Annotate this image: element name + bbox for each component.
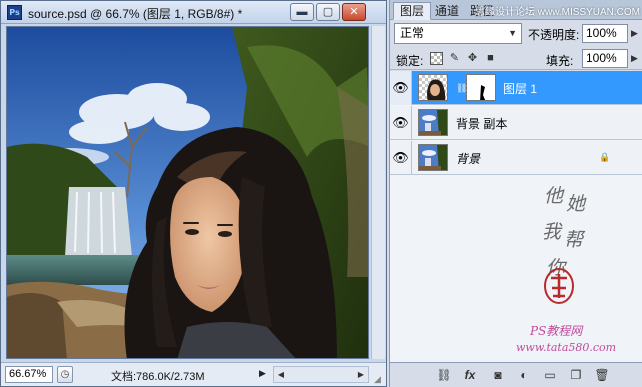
visibility-eye-icon[interactable]: 👁 [390, 141, 412, 175]
minimize-icon: ▬ [296, 6, 308, 18]
lock-position-icon[interactable]: ✥ [466, 52, 479, 65]
lock-all-icon[interactable]: ■ [484, 52, 497, 65]
document-titlebar[interactable]: Ps source.psd @ 66.7% (图层 1, RGB/8#) * ▬… [1, 1, 386, 24]
layer-mask-thumbnail[interactable] [466, 74, 496, 101]
layer-name: 图层 1 [503, 82, 538, 96]
forum-watermark: 思缘设计论坛 www.MISSYUAN.COM [474, 7, 640, 18]
tutorial-site-watermark: PS教程网 [530, 324, 583, 338]
blend-opacity-row: 正常 ▼ 不透明度: 100% ▶ [390, 22, 642, 46]
scroll-left-icon[interactable]: ◀ [274, 367, 288, 382]
opacity-slider-arrow-icon[interactable]: ▶ [631, 28, 638, 39]
blend-mode-select[interactable]: 正常 ▼ [394, 23, 522, 44]
composite-photo [7, 27, 368, 358]
opacity-field[interactable]: 100% [582, 24, 628, 43]
layers-list: 👁 ⛓ 图层 1 👁 背景 副本 👁 背景 🔒 他 她 我 帮 你 [390, 71, 642, 362]
calligraphy-char: 帮 [564, 229, 584, 251]
lock-transparent-pixels-icon[interactable] [430, 52, 443, 65]
status-info-icon[interactable]: ◷ [57, 366, 73, 383]
photoshop-logo-icon: Ps [7, 5, 22, 20]
document-size-info: 文档:786.0K/2.73M [111, 371, 205, 383]
calligraphy-char: 他 [544, 185, 564, 207]
zoom-level-field[interactable]: 66.67% [5, 366, 53, 383]
tab-layers[interactable]: 图层 [393, 2, 432, 20]
minimize-button[interactable]: ▬ [290, 3, 314, 21]
close-button[interactable]: ✕ [342, 3, 366, 21]
document-title: source.psd @ 66.7% (图层 1, RGB/8#) * [28, 7, 243, 21]
trash-icon[interactable]: 🗑 [594, 367, 610, 383]
layer-name: 背景 [456, 152, 481, 166]
calligraphy-char: 我 [542, 221, 562, 243]
horizontal-scrollbar[interactable]: ◀ ▶ [273, 366, 369, 383]
photoshop-workspace: Ps source.psd @ 66.7% (图层 1, RGB/8#) * ▬… [0, 0, 642, 387]
layer-thumbnail [418, 109, 448, 136]
blend-mode-value: 正常 [400, 26, 425, 40]
fill-slider-arrow-icon[interactable]: ▶ [631, 53, 638, 64]
lock-image-pixels-icon[interactable]: ✎ [448, 52, 461, 65]
layer-row-background[interactable]: 👁 背景 🔒 [390, 141, 642, 175]
fill-field[interactable]: 100% [582, 49, 628, 68]
scroll-right-icon[interactable]: ▶ [354, 367, 368, 382]
restore-icon: ▢ [322, 6, 334, 18]
layer-row-background-copy[interactable]: 👁 背景 副本 [390, 106, 642, 140]
layers-panel-toolbar: ⛓ fx ◙ ◐ ▭ ❐ 🗑 [390, 362, 642, 387]
layer-thumbnail [418, 144, 448, 171]
restore-button[interactable]: ▢ [316, 3, 340, 21]
visibility-eye-icon[interactable]: 👁 [390, 106, 412, 140]
status-menu-arrow-icon[interactable]: ▶ [259, 368, 266, 379]
layer-row-layer1[interactable]: 👁 ⛓ 图层 1 [390, 71, 642, 105]
tab-channels[interactable]: 通道 [428, 2, 466, 20]
resize-grip-icon[interactable]: ◢ [374, 374, 384, 384]
fx-icon[interactable]: fx [462, 367, 478, 383]
vertical-scrollbar[interactable] [371, 26, 385, 359]
image-canvas[interactable] [6, 26, 369, 359]
add-mask-icon[interactable]: ◙ [490, 367, 506, 383]
calligraphy-char: 她 [566, 193, 586, 215]
mask-link-chain-icon[interactable]: ⛓ [456, 82, 467, 94]
group-folder-icon[interactable]: ▭ [542, 367, 558, 383]
tutorial-url-watermark: www.tata580.com [516, 341, 617, 354]
layers-panel: 图层 通道 路径 思缘设计论坛 www.MISSYUAN.COM 正常 ▼ 不透… [389, 0, 642, 387]
lock-fill-row: 锁定: ✎ ✥ ■ 填充: 100% ▶ [390, 48, 642, 70]
new-layer-icon[interactable]: ❐ [568, 367, 584, 383]
chevron-down-icon: ▼ [508, 28, 517, 38]
panel-tabs: 图层 通道 路径 思缘设计论坛 www.MISSYUAN.COM [390, 0, 642, 20]
opacity-label: 不透明度: [528, 28, 580, 42]
link-layers-icon[interactable]: ⛓ [436, 367, 452, 383]
red-seal-stamp [542, 266, 576, 306]
layer-thumbnail [418, 74, 448, 101]
layer-name: 背景 副本 [456, 117, 508, 131]
fill-label: 填充: [546, 54, 574, 68]
close-icon: ✕ [349, 6, 359, 18]
lock-icon: 🔒 [599, 152, 611, 162]
status-bar: 66.67% ◷ 文档:786.0K/2.73M ▶ ◀ ▶ [1, 362, 386, 386]
lock-label: 锁定: [396, 54, 424, 68]
adjustment-layer-icon[interactable]: ◐ [516, 367, 532, 383]
visibility-eye-icon[interactable]: 👁 [390, 71, 412, 105]
document-window: Ps source.psd @ 66.7% (图层 1, RGB/8#) * ▬… [0, 0, 387, 387]
